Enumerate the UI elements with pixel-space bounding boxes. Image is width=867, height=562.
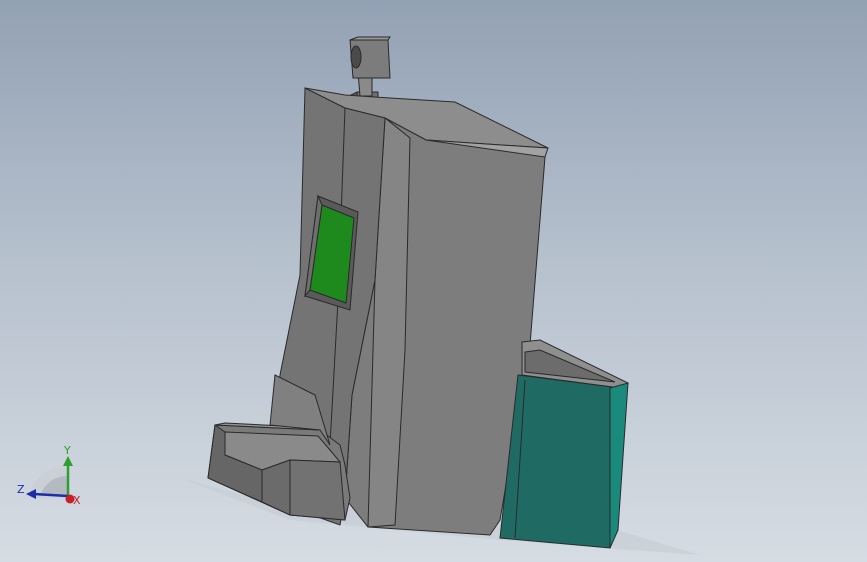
cad-model-view[interactable] [0, 0, 867, 562]
z-axis-label: Z [17, 483, 25, 496]
graphics-viewport[interactable]: Y Z X [0, 0, 867, 562]
y-axis-arrow [63, 456, 73, 466]
orientation-triad[interactable]: Y Z X [10, 438, 90, 518]
bottom-tray[interactable] [207, 422, 351, 521]
y-axis-label: Y [63, 444, 71, 457]
x-axis-label: X [73, 494, 81, 507]
